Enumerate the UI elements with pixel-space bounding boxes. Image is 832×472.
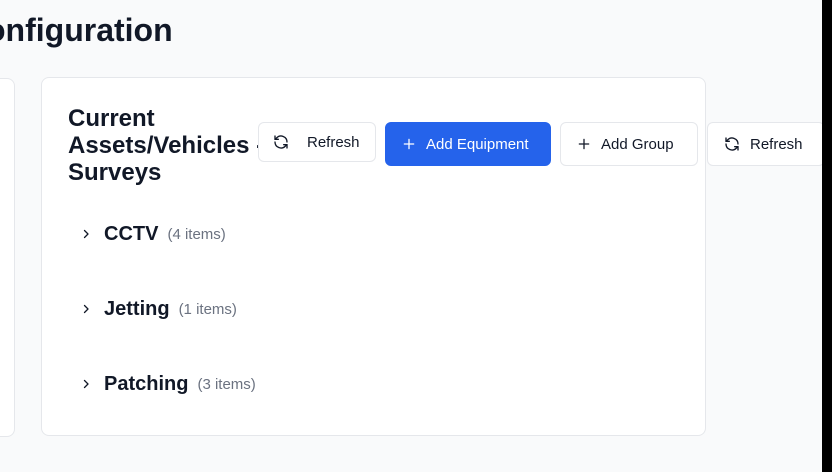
group-count: (1 items) (178, 300, 237, 318)
add-equipment-label: Add Equipment (426, 135, 529, 153)
left-panel-card (0, 78, 15, 437)
group-row-cctv[interactable]: CCTV (4 items) (80, 219, 226, 249)
plus-icon (578, 138, 590, 150)
refresh-button[interactable]: Refresh (258, 122, 376, 162)
group-row-jetting[interactable]: Jetting (1 items) (80, 294, 237, 324)
group-count: (4 items) (167, 225, 226, 243)
group-row-patching[interactable]: Patching (3 items) (80, 369, 256, 399)
add-equipment-button[interactable]: Add Equipment (385, 122, 551, 166)
refresh-button-label: Refresh (307, 133, 360, 151)
plus-icon (403, 138, 415, 150)
add-group-label: Add Group (601, 135, 674, 153)
group-count: (3 items) (197, 375, 256, 393)
refresh-icon (725, 137, 739, 151)
card-title: Current Assets/Vehicles - Surveys (68, 105, 265, 186)
chevron-right-icon (83, 379, 89, 389)
chevron-right-icon (83, 229, 89, 239)
group-name: Jetting (104, 297, 170, 320)
add-group-button[interactable]: Add Group (560, 122, 698, 166)
window-edge-strip (822, 0, 832, 472)
refresh-icon (274, 135, 288, 149)
refresh-button-secondary[interactable]: Refresh (707, 122, 825, 166)
page-title: onfiguration (0, 12, 173, 48)
group-name: CCTV (104, 222, 159, 245)
chevron-right-icon (83, 304, 89, 314)
refresh-button-secondary-label: Refresh (750, 135, 803, 153)
group-name: Patching (104, 372, 189, 395)
